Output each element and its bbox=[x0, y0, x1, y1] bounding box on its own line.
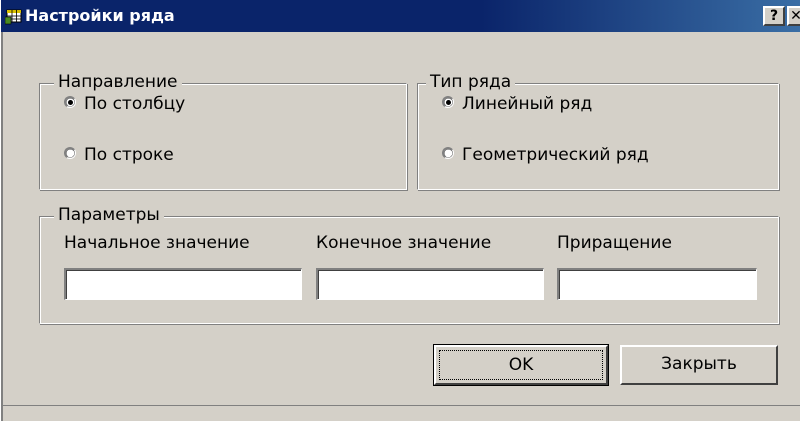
radio-linear-series[interactable]: Линейный ряд bbox=[442, 93, 592, 115]
spreadsheet-app-icon bbox=[5, 9, 22, 25]
direction-group-legend: Направление bbox=[54, 72, 182, 92]
step-value-label: Приращение bbox=[557, 233, 672, 253]
title-bar[interactable]: Настройки ряда ? ✕ bbox=[1, 0, 800, 32]
series-type-group-legend: Тип ряда bbox=[426, 72, 516, 92]
dialog-bottom-edge bbox=[3, 405, 800, 406]
parameters-group-legend: Параметры bbox=[54, 205, 164, 225]
radio-geometric-series-indicator[interactable] bbox=[442, 147, 454, 159]
radio-linear-series-label: Линейный ряд bbox=[462, 94, 593, 114]
radio-by-column-label: По столбцу bbox=[84, 94, 186, 114]
ok-button-label: OK bbox=[439, 350, 603, 380]
ok-button[interactable]: OK bbox=[433, 344, 609, 386]
window-left-border bbox=[1, 32, 3, 421]
radio-geometric-series[interactable]: Геометрический ряд bbox=[442, 144, 649, 166]
help-button[interactable]: ? bbox=[763, 6, 785, 26]
series-settings-dialog: Настройки ряда ? ✕ Направление По столбц… bbox=[0, 0, 800, 421]
radio-by-row-indicator[interactable] bbox=[64, 147, 76, 159]
window-title: Настройки ряда bbox=[25, 6, 175, 25]
end-value-label: Конечное значение bbox=[316, 233, 492, 253]
close-window-button[interactable]: ✕ bbox=[787, 6, 800, 26]
radio-linear-series-indicator[interactable] bbox=[442, 96, 454, 108]
series-type-group: Тип ряда Линейный ряд Геометрический ряд bbox=[417, 72, 779, 190]
end-value-input[interactable] bbox=[316, 268, 544, 300]
radio-by-column-indicator[interactable] bbox=[64, 96, 76, 108]
radio-by-column[interactable]: По столбцу bbox=[64, 93, 185, 115]
radio-by-row[interactable]: По строке bbox=[64, 144, 174, 166]
close-button-label: Закрыть bbox=[661, 354, 737, 374]
radio-by-row-label: По строке bbox=[84, 145, 174, 165]
close-button[interactable]: Закрыть bbox=[620, 345, 778, 385]
start-value-label: Начальное значение bbox=[64, 233, 250, 253]
step-value-input[interactable] bbox=[557, 268, 757, 300]
start-value-input[interactable] bbox=[64, 268, 302, 300]
radio-geometric-series-label: Геометрический ряд bbox=[462, 145, 649, 165]
direction-group: Направление По столбцу По строке bbox=[39, 72, 407, 190]
